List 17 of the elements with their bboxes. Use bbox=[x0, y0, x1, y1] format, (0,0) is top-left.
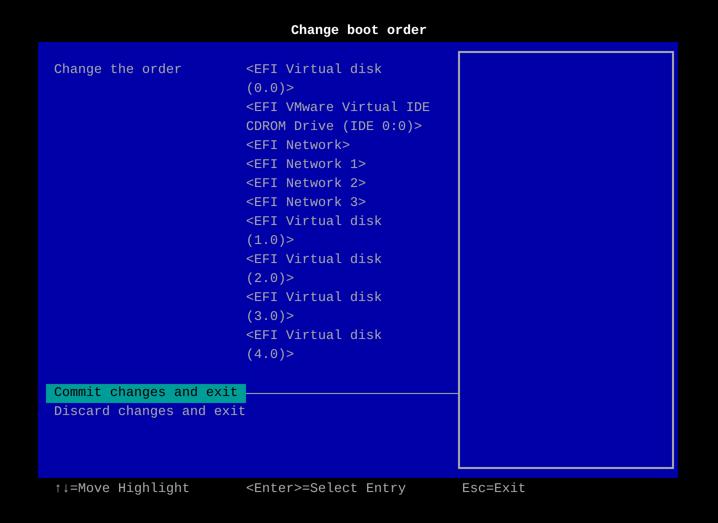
menu-action[interactable]: Discard changes and exit bbox=[46, 403, 254, 422]
boot-option[interactable]: <EFI Network 1> bbox=[246, 156, 430, 175]
boot-option[interactable]: <EFI Network 3> bbox=[246, 194, 430, 213]
boot-option[interactable]: <EFI Virtual disk (0.0)> bbox=[246, 61, 430, 99]
boot-option[interactable]: <EFI Network 2> bbox=[246, 175, 430, 194]
key-hint: <Enter>=Select Entry bbox=[246, 481, 407, 499]
boot-option[interactable]: <EFI Virtual disk (3.0)> bbox=[246, 289, 430, 327]
boot-option[interactable]: <EFI VMware Virtual IDE CDROM Drive (IDE 0:0)> bbox=[246, 99, 430, 137]
setting-label: Change the order bbox=[54, 62, 183, 80]
boot-option[interactable]: <EFI Virtual disk (4.0)> bbox=[246, 327, 430, 365]
menu-action[interactable]: Commit changes and exit bbox=[46, 384, 246, 403]
boot-option[interactable]: <EFI Virtual disk (2.0)> bbox=[246, 251, 430, 289]
boot-option[interactable]: <EFI Virtual disk (1.0)> bbox=[246, 213, 430, 251]
key-hint: Esc=Exit bbox=[462, 481, 526, 499]
boot-option[interactable]: <EFI Network> bbox=[246, 137, 430, 156]
screen-title: Change boot order bbox=[291, 24, 427, 39]
key-hint: ↑↓=Move Highlight bbox=[54, 481, 191, 499]
